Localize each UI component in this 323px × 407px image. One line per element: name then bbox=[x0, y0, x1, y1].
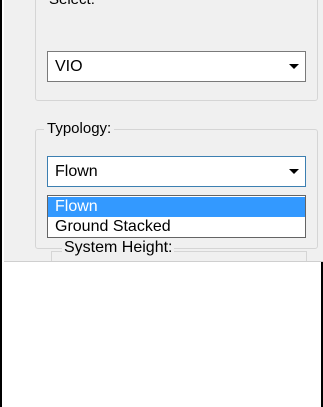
system-height-label: System Height: bbox=[62, 238, 175, 258]
chevron-down-icon[interactable] bbox=[283, 157, 305, 186]
select-group-label: Select: bbox=[46, 0, 98, 9]
typology-dropdown-list: Flown Ground Stacked bbox=[47, 195, 306, 238]
window-frame: Select: VIO Typology: Flown System Heigh… bbox=[0, 0, 323, 407]
typology-combobox-value: Flown bbox=[55, 163, 98, 180]
panel-divider bbox=[4, 261, 323, 262]
dropdown-option-flown[interactable]: Flown bbox=[48, 197, 305, 217]
settings-panel: Select: VIO Typology: Flown System Heigh… bbox=[4, 0, 323, 262]
vio-combobox[interactable]: VIO bbox=[47, 51, 306, 82]
chevron-down-icon[interactable] bbox=[283, 52, 305, 81]
vio-combobox-value: VIO bbox=[55, 58, 83, 75]
typology-combobox[interactable]: Flown bbox=[47, 156, 306, 187]
dropdown-option-ground-stacked[interactable]: Ground Stacked bbox=[48, 217, 305, 237]
typology-label: Typology: bbox=[44, 120, 115, 138]
